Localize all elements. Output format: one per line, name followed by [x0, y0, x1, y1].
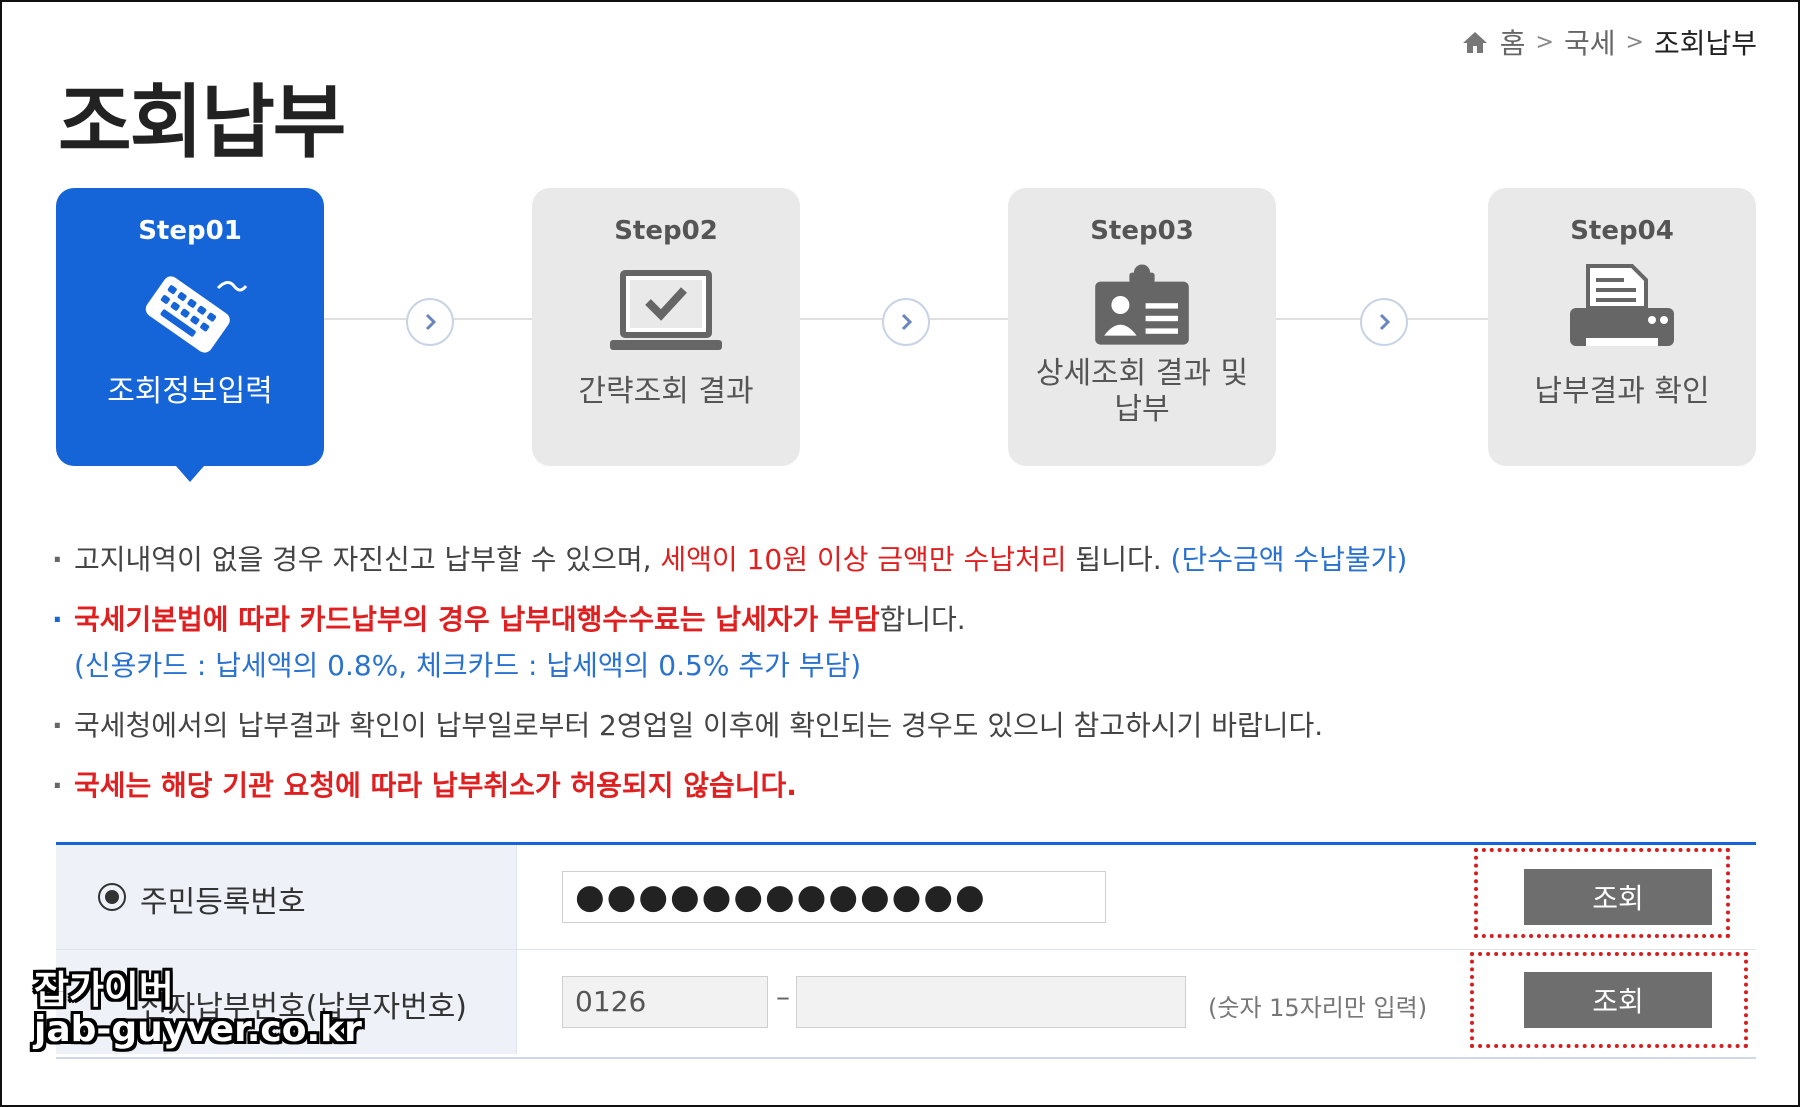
notice-item: 국세청에서의 납부결과 확인이 납부일로부터 2영업일 이후에 확인되는 경우도…	[52, 706, 1752, 746]
page-title: 조회납부	[58, 76, 346, 169]
resident-number-label: 주민등록번호	[140, 885, 306, 920]
notice-note: (단수금액 수납불가)	[1170, 543, 1408, 576]
notice-highlight: 국세는 해당 기관 요청에 따라 납부취소가 허용되지 않습니다.	[74, 769, 797, 802]
notice-note: (신용카드 : 납세액의 0.8%, 체크카드 : 납세액의 0.5% 추가 부…	[74, 649, 862, 682]
notice-highlight: 세액이 10원 이상 금액만 수납처리	[660, 543, 1067, 576]
breadcrumb-home[interactable]: 홈	[1500, 22, 1526, 62]
chevron-right-icon	[406, 298, 454, 346]
printer-icon	[1570, 264, 1674, 346]
notice-item: 국세기본법에 따라 카드납부의 경우 납부대행수수료는 납세자가 부담합니다. …	[52, 600, 1752, 686]
breadcrumb-level1[interactable]: 국세	[1564, 22, 1616, 62]
step-label: 조회정보입력	[107, 374, 273, 409]
notice-item: 고지내역이 없을 경우 자진신고 납부할 수 있으며, 세액이 10원 이상 금…	[52, 540, 1752, 580]
resident-number-radio[interactable]	[98, 883, 126, 911]
breadcrumb-separator: >	[1625, 29, 1644, 55]
step-4: Step04 납부결과 확인	[1488, 188, 1756, 466]
home-icon[interactable]	[1460, 27, 1490, 57]
notice-list: 고지내역이 없을 경우 자진신고 납부할 수 있으며, 세액이 10원 이상 금…	[52, 540, 1752, 826]
step-number: Step01	[138, 216, 242, 246]
chevron-right-icon	[882, 298, 930, 346]
notice-item: 국세는 해당 기관 요청에 따라 납부취소가 허용되지 않습니다.	[52, 766, 1752, 806]
step-progress: Step01 조회정보입력 Step02 간략조회 결과 Step03 상세조회…	[56, 188, 1756, 488]
breadcrumb-separator: >	[1535, 29, 1554, 55]
step-3: Step03 상세조회 결과 및 납부	[1008, 188, 1276, 466]
step-number: Step03	[1090, 216, 1194, 246]
step-2: Step02 간략조회 결과	[532, 188, 800, 466]
watermark-title: 잡가이버	[34, 968, 174, 1012]
chevron-right-icon	[1360, 298, 1408, 346]
laptop-check-icon	[610, 270, 722, 350]
notice-text: 됩니다.	[1066, 543, 1171, 576]
breadcrumb-current: 조회납부	[1653, 27, 1757, 60]
step-number: Step04	[1570, 216, 1674, 246]
watermark-url: jab-guyver.co.kr	[34, 1009, 362, 1050]
notice-highlight: 국세기본법에 따라 카드납부의 경우 납부대행수수료는 납세자가 부담	[74, 603, 880, 636]
breadcrumb: 홈 > 국세 > 조회납부	[1460, 22, 1757, 62]
notice-text: 합니다.	[879, 603, 966, 636]
step-1: Step01 조회정보입력	[56, 188, 324, 482]
form-row-header: 주민등록번호	[56, 845, 517, 949]
payment-number-input[interactable]	[796, 976, 1186, 1028]
payment-number-prefix: 0126	[562, 976, 768, 1028]
notice-text: 고지내역이 없을 경우 자진신고 납부할 수 있으며,	[74, 543, 661, 576]
watermark: 잡가이버 jab-guyver.co.kr	[34, 970, 362, 1050]
step-pointer	[176, 466, 204, 482]
step-label: 납부결과 확인	[1534, 374, 1710, 409]
highlight-box	[1474, 848, 1730, 938]
payment-number-hint: (숫자 15자리만 입력)	[1208, 994, 1428, 1022]
step-label: 간략조회 결과	[578, 374, 754, 409]
resident-number-input[interactable]: ●●●●●●●●●●●●●	[562, 871, 1106, 923]
id-card-icon	[1095, 264, 1189, 345]
step-label: 상세조회 결과 및 납부	[1035, 356, 1249, 427]
notice-text: 국세청에서의 납부결과 확인이 납부일로부터 2영업일 이후에 확인되는 경우도…	[74, 709, 1324, 742]
keyboard-icon	[145, 276, 248, 353]
highlight-box	[1470, 952, 1748, 1048]
step-number: Step02	[614, 216, 718, 246]
payment-number-dash: –	[776, 980, 790, 1013]
